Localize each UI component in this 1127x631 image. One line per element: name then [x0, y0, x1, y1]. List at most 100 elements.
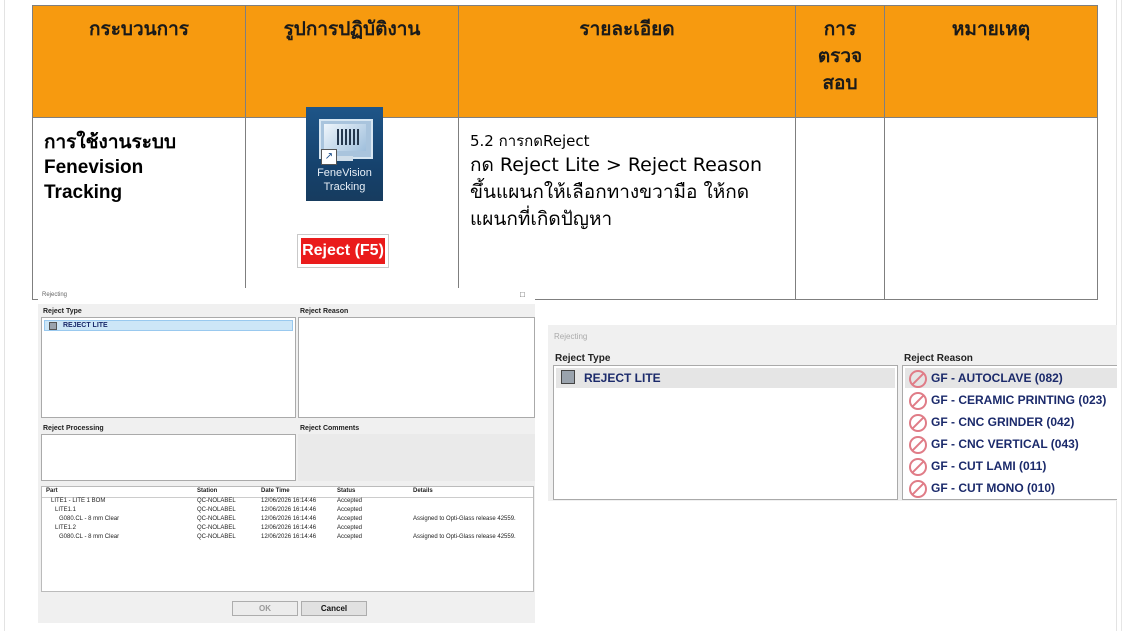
page-margin-line — [1116, 0, 1117, 631]
history-grid: Part Station Date Time Status Details LI… — [41, 486, 534, 592]
maximize-icon: □ — [520, 290, 525, 299]
header-remarks: หมายเหตุ — [884, 5, 1098, 118]
reject-processing-box — [41, 434, 296, 481]
rejecting-dialog-zoom-screenshot: Rejecting Reject Type REJECT LITE Reject… — [548, 325, 1117, 501]
list-item-label: GF - CNC VERTICAL (043) — [931, 437, 1079, 451]
cell-date-time: 12/06/2026 16:14:46 — [261, 516, 317, 522]
reject-reason-list: GF - AUTOCLAVE (082) GF - CERAMIC PRINTI… — [902, 365, 1117, 500]
list-item-label: REJECT LITE — [63, 322, 108, 329]
table-row: LITE1.2 QC-NOLABEL 12/06/2026 16:14:46 A… — [42, 524, 533, 533]
list-item-reject-lite: REJECT LITE — [44, 320, 293, 331]
list-item-label: GF - CUT LAMI (011) — [931, 459, 1047, 473]
reject-type-list: REJECT LITE — [41, 317, 296, 418]
cell-station: QC-NOLABEL — [197, 534, 236, 540]
list-item: GF - CNC VERTICAL (043) — [905, 434, 1079, 454]
list-item: GF - CERAMIC PRINTING (023) — [905, 390, 1106, 410]
cell-part: LITE1 - LITE 1 BOM — [51, 498, 106, 504]
list-item: GF - CUT LAMI (011) — [905, 456, 1046, 476]
monitor-stand-graphic — [337, 156, 353, 161]
reject-f5-button-image: Reject (F5) — [297, 234, 389, 268]
cell-date-time: 12/06/2026 16:14:46 — [261, 525, 317, 531]
cell-station: QC-NOLABEL — [197, 507, 236, 513]
reject-reason-label: Reject Reason — [904, 353, 973, 364]
dialog-titlebar: Rejecting □ — [38, 288, 535, 304]
header-inspection: การ ตรวจ สอบ — [795, 5, 885, 118]
prohibited-icon — [909, 436, 927, 454]
page-margin-line — [4, 0, 5, 631]
cell-part: G080.CL - 8 mm Clear — [59, 534, 120, 540]
list-item-label: GF - AUTOCLAVE (082) — [931, 371, 1063, 385]
cell-part: G080.CL - 8 mm Clear — [59, 516, 120, 522]
cancel-button: Cancel — [301, 601, 367, 616]
cell-station: QC-NOLABEL — [197, 525, 236, 531]
column-station: Station — [197, 488, 218, 494]
cell-station: QC-NOLABEL — [197, 498, 236, 504]
cell-date-time: 12/06/2026 16:14:46 — [261, 498, 317, 504]
cell-station: QC-NOLABEL — [197, 516, 236, 522]
header-process: กระบวนการ — [32, 5, 246, 118]
list-item-label: GF - CUT MONO (010) — [931, 481, 1056, 495]
dialog-title: Rejecting — [42, 292, 68, 298]
reject-type-list: REJECT LITE — [553, 365, 898, 500]
shortcut-arrow-icon: ↗ — [321, 149, 337, 165]
cell-status: Accepted — [337, 516, 363, 522]
prohibited-icon — [909, 370, 927, 388]
detail-instructions: กด Reject Lite > Reject Reason ขึ้นแผนกใ… — [470, 154, 763, 230]
cell-status: Accepted — [337, 534, 363, 540]
cell-inspection — [795, 117, 885, 300]
reject-reason-label: Reject Reason — [300, 308, 349, 315]
app-icon-label: FeneVision Tracking — [317, 167, 372, 193]
cell-process: การใช้งานระบบ Fenevision Tracking — [32, 117, 246, 300]
reject-processing-label: Reject Processing — [43, 425, 104, 432]
table-row: การใช้งานระบบ Fenevision Tracking 5.2 กา… — [32, 117, 1098, 300]
ok-button: OK — [232, 601, 298, 616]
column-status: Status — [337, 488, 356, 494]
table-row: LITE1.1 QC-NOLABEL 12/06/2026 16:14:46 A… — [42, 506, 533, 515]
cube-icon — [561, 370, 575, 384]
cell-status: Accepted — [337, 498, 363, 504]
table-row: G080.CL - 8 mm Clear QC-NOLABEL 12/06/20… — [42, 533, 533, 542]
page-margin-line — [1121, 0, 1122, 631]
table-header-row: กระบวนการ รูปการปฏิบัติงาน รายละเอียด กา… — [32, 5, 1098, 118]
cell-status: Accepted — [337, 507, 363, 513]
reject-button-label: Reject (F5) — [301, 238, 385, 264]
table-row: G080.CL - 8 mm Clear QC-NOLABEL 12/06/20… — [42, 515, 533, 524]
cell-date-time: 12/06/2026 16:14:46 — [261, 534, 317, 540]
cell-part: LITE1.2 — [55, 525, 77, 531]
procedure-table: กระบวนการ รูปการปฏิบัติงาน รายละเอียด กา… — [32, 5, 1098, 300]
cell-remarks — [884, 117, 1098, 300]
cell-details: 5.2 การกดReject กด Reject Lite > Reject … — [458, 117, 796, 300]
column-part: Part — [46, 488, 58, 494]
header-details: รายละเอียด — [458, 5, 796, 118]
list-item-label: REJECT LITE — [584, 371, 661, 385]
rejecting-dialog-screenshot: Rejecting □ Reject Type REJECT LITE Reje… — [38, 288, 535, 623]
list-item-label: GF - CNC GRINDER (042) — [931, 415, 1075, 429]
list-item: GF - CUT MONO (010) — [905, 478, 1055, 498]
column-details: Details — [413, 488, 433, 494]
dialog-title: Rejecting — [554, 332, 588, 341]
cell-details: Assigned to Opti-Glass release 42559. — [413, 516, 516, 522]
list-item: GF - CNC GRINDER (042) — [905, 412, 1074, 432]
list-item-label: GF - CERAMIC PRINTING (023) — [931, 393, 1107, 407]
prohibited-icon — [909, 414, 927, 432]
prohibited-icon — [909, 458, 927, 476]
column-date-time: Date Time — [261, 488, 290, 494]
reject-type-label: Reject Type — [43, 308, 82, 315]
cell-date-time: 12/06/2026 16:14:46 — [261, 507, 317, 513]
barcode-graphic — [337, 129, 359, 145]
fenevision-tracking-icon: ↗ FeneVision Tracking — [306, 107, 383, 201]
detail-step-title: 5.2 การกดReject — [470, 132, 590, 150]
header-practice-image: รูปการปฏิบัติงาน — [245, 5, 459, 118]
reject-reason-list — [298, 317, 535, 418]
cell-details: Assigned to Opti-Glass release 42559. — [413, 534, 516, 540]
cube-icon — [49, 322, 57, 330]
reject-comments-label: Reject Comments — [300, 425, 360, 432]
table-row: LITE1 - LITE 1 BOM QC-NOLABEL 12/06/2026… — [42, 497, 533, 506]
cell-status: Accepted — [337, 525, 363, 531]
list-item-reject-lite: REJECT LITE — [556, 368, 895, 388]
cell-part: LITE1.1 — [55, 507, 77, 513]
list-item: GF - AUTOCLAVE (082) — [905, 368, 1117, 388]
prohibited-icon — [909, 480, 927, 498]
reject-comments-box — [298, 434, 535, 481]
reject-type-label: Reject Type — [555, 353, 611, 364]
